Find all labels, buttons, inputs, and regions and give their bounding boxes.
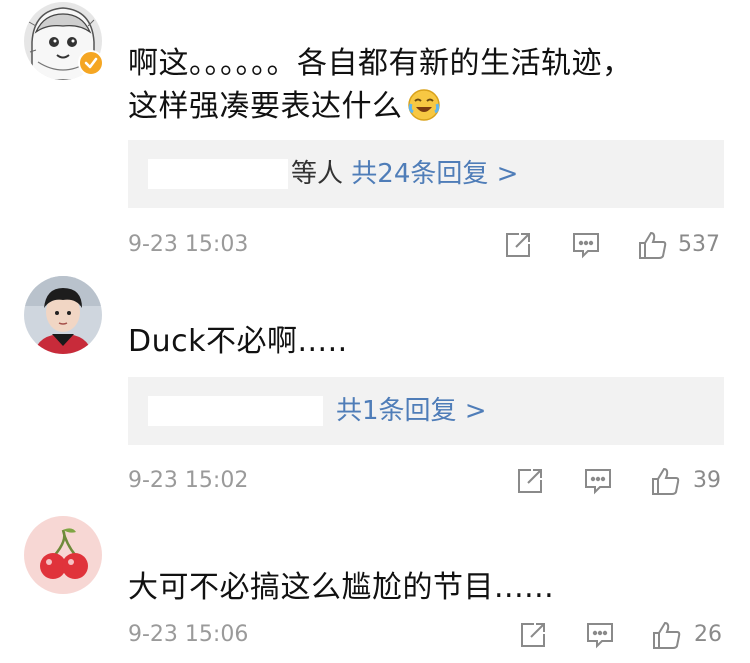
comment-icon[interactable] — [583, 466, 613, 496]
avatar[interactable] — [24, 276, 102, 354]
comment-text: Duck不必啊..... — [128, 320, 724, 363]
reply-summary[interactable]: 共1条回复 > — [128, 377, 724, 445]
reply-people: 等人 — [291, 159, 344, 189]
reply-count-link[interactable]: 共24条回复 > — [351, 159, 518, 189]
like-count: 39 — [693, 468, 721, 493]
comment-line: 啊这。。。。。。各自都有新的生活轨迹， — [128, 46, 633, 81]
timestamp: 9-23 15:06 — [128, 622, 249, 647]
comment-line-text: 这样强凑要表达什么 — [128, 89, 403, 124]
comment-item: Duck不必啊..... 共1条回复 > 9-23 15:02 39 — [0, 270, 750, 510]
like-icon[interactable] — [651, 620, 683, 650]
comment-meta: 9-23 15:02 39 — [0, 464, 750, 498]
reply-summary[interactable]: 等人 共24条回复 > — [128, 140, 724, 208]
comment-meta: 9-23 15:03 537 — [0, 228, 750, 262]
like-icon[interactable] — [637, 230, 669, 260]
comment-item: 大可不必搞这么尴尬的节目...... 9-23 15:06 26 — [0, 510, 750, 663]
reply-count-link[interactable]: 共1条回复 > — [336, 396, 487, 426]
redacted-names — [148, 396, 323, 426]
comment-line: 这样强凑要表达什么 — [128, 85, 724, 128]
reply-text[interactable]: 等人 共24条回复 > — [291, 140, 518, 208]
comment-line: 大可不必搞这么尴尬的节目...... — [128, 570, 555, 605]
repost-icon[interactable] — [518, 620, 548, 650]
repost-icon[interactable] — [515, 466, 545, 496]
comment-icon[interactable] — [585, 620, 615, 650]
comment-text: 大可不必搞这么尴尬的节目...... — [128, 566, 724, 609]
like-count: 26 — [694, 622, 722, 647]
comment-meta: 9-23 15:06 26 — [0, 618, 750, 652]
comment-text: 啊这。。。。。。各自都有新的生活轨迹， 这样强凑要表达什么 — [128, 42, 724, 128]
comment-icon[interactable] — [571, 230, 601, 260]
like-count: 537 — [678, 232, 720, 257]
avatar[interactable] — [24, 516, 102, 594]
verified-badge-icon — [78, 50, 104, 76]
redacted-names — [148, 159, 288, 189]
laugh-cry-emoji-icon — [407, 88, 441, 122]
comment-line: Duck不必啊..... — [128, 324, 348, 359]
timestamp: 9-23 15:03 — [128, 232, 249, 257]
timestamp: 9-23 15:02 — [128, 468, 249, 493]
repost-icon[interactable] — [503, 230, 533, 260]
comment-item: 啊这。。。。。。各自都有新的生活轨迹， 这样强凑要表达什么 等人 共24条回复 … — [0, 0, 750, 270]
like-icon[interactable] — [650, 466, 682, 496]
reply-text[interactable]: 共1条回复 > — [336, 377, 487, 445]
